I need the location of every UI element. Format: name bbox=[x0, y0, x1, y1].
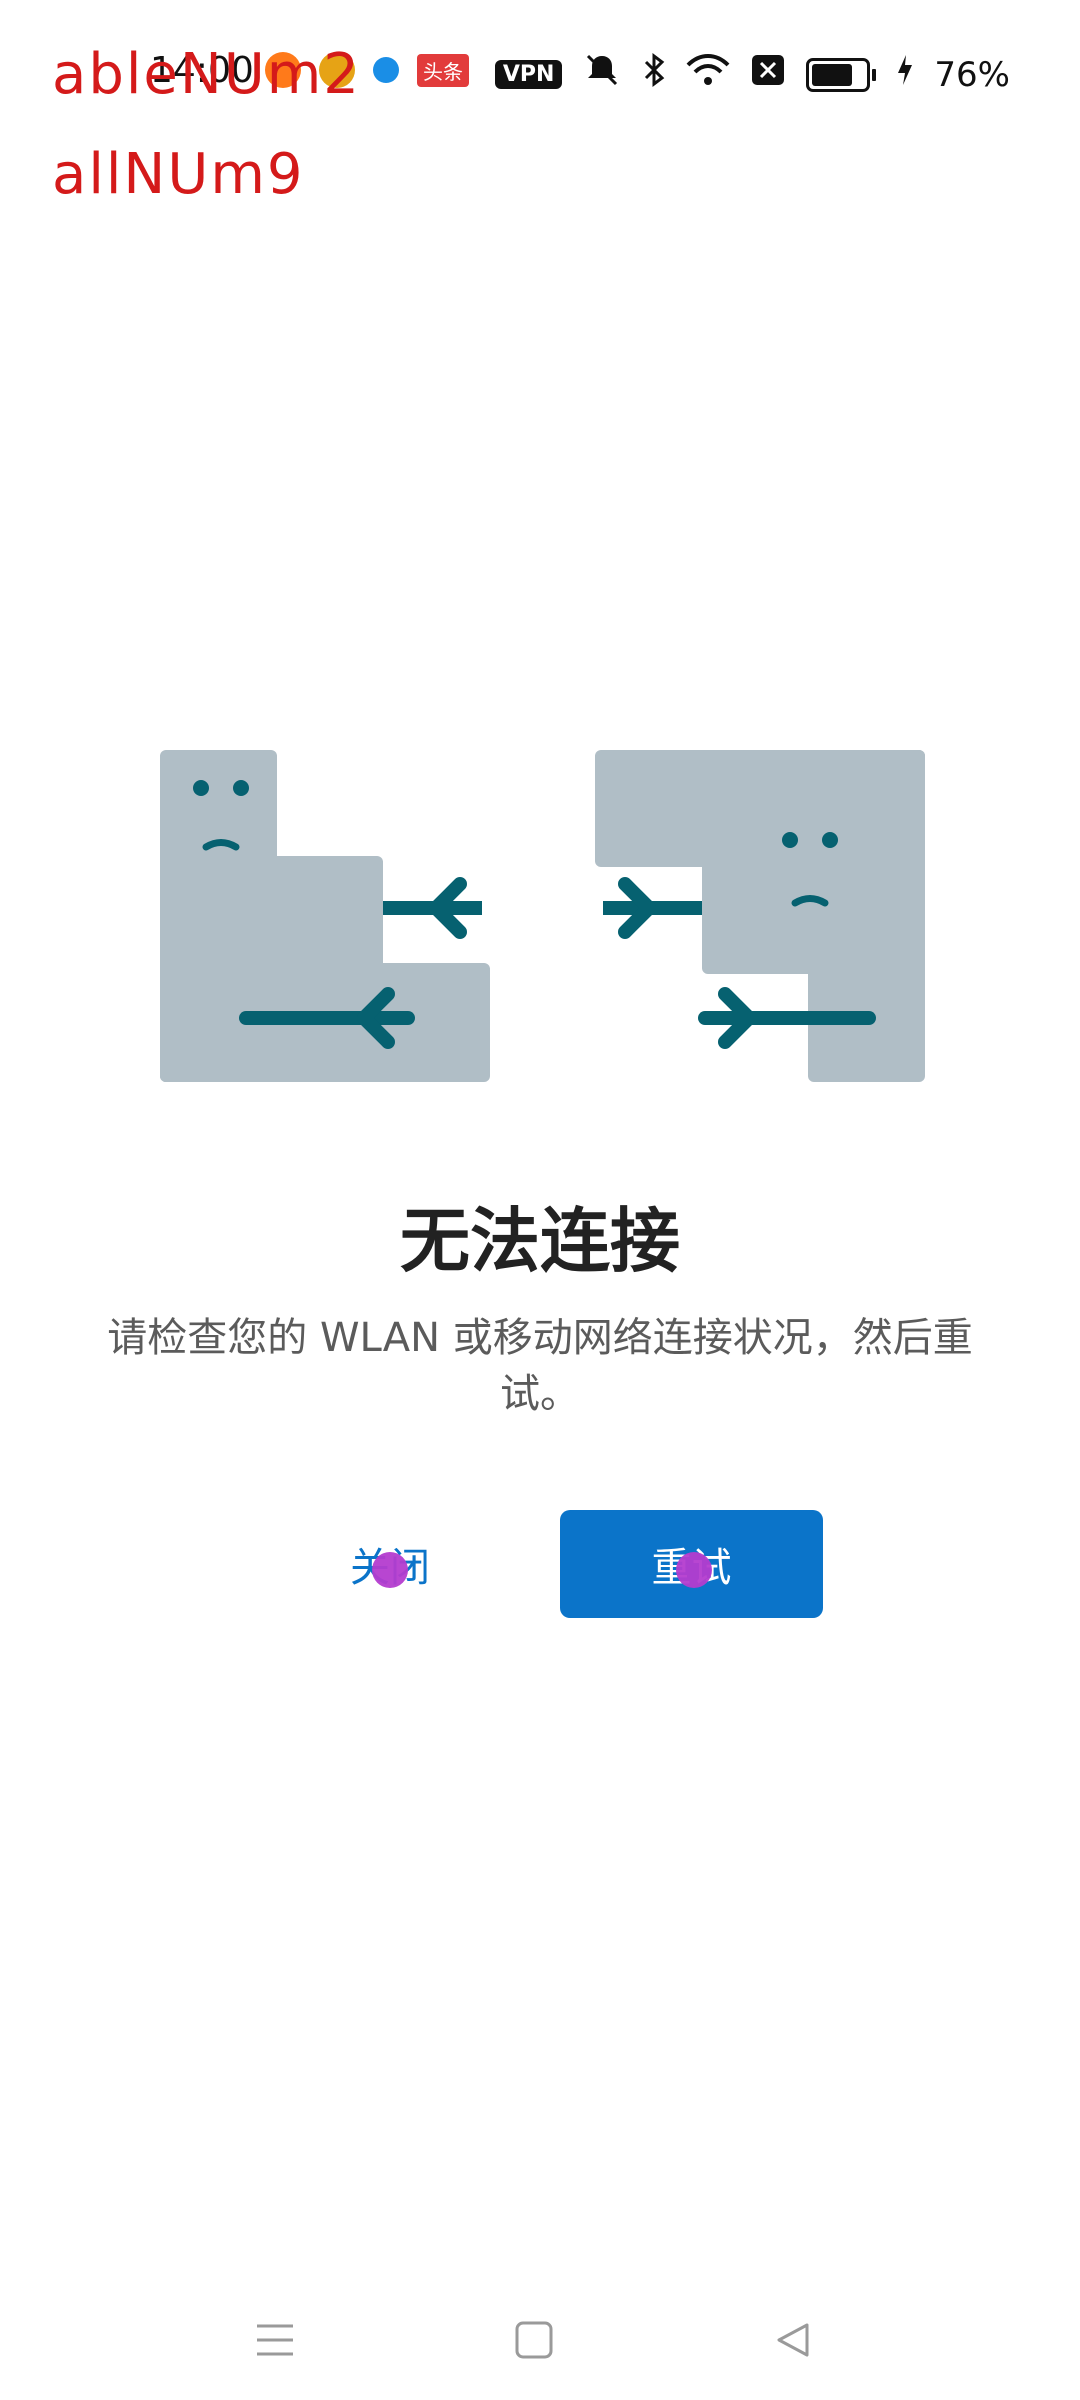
home-icon[interactable] bbox=[494, 2300, 574, 2380]
wifi-icon bbox=[686, 53, 730, 96]
app-icon-blue bbox=[373, 57, 399, 83]
touch-indicator-dot bbox=[372, 1552, 408, 1588]
battery-percent: 76% bbox=[934, 54, 1010, 95]
battery-icon bbox=[806, 57, 877, 92]
menu-icon[interactable] bbox=[235, 2300, 315, 2380]
signal-blocked-icon bbox=[750, 53, 786, 96]
back-icon[interactable] bbox=[752, 2300, 832, 2380]
mute-icon bbox=[582, 52, 622, 97]
battery-fill bbox=[812, 63, 852, 86]
charging-icon bbox=[896, 53, 914, 96]
error-message: 请检查您的 WLAN 或移动网络连接状况，然后重试。 bbox=[107, 1315, 973, 1417]
overlay-label-1: ableNUm2 bbox=[52, 42, 361, 107]
navigation-bar bbox=[0, 2280, 1080, 2400]
disconnected-illustration bbox=[160, 750, 925, 1082]
status-right: VPN 76% bbox=[494, 52, 1010, 97]
touch-indicator-dot bbox=[676, 1552, 712, 1588]
vpn-icon: VPN bbox=[494, 60, 563, 89]
bluetooth-icon bbox=[642, 52, 666, 97]
overlay-label-2: allNUm9 bbox=[52, 142, 305, 207]
error-title: 无法连接 bbox=[400, 1200, 680, 1282]
toutiao-icon: 头条 bbox=[417, 53, 469, 87]
